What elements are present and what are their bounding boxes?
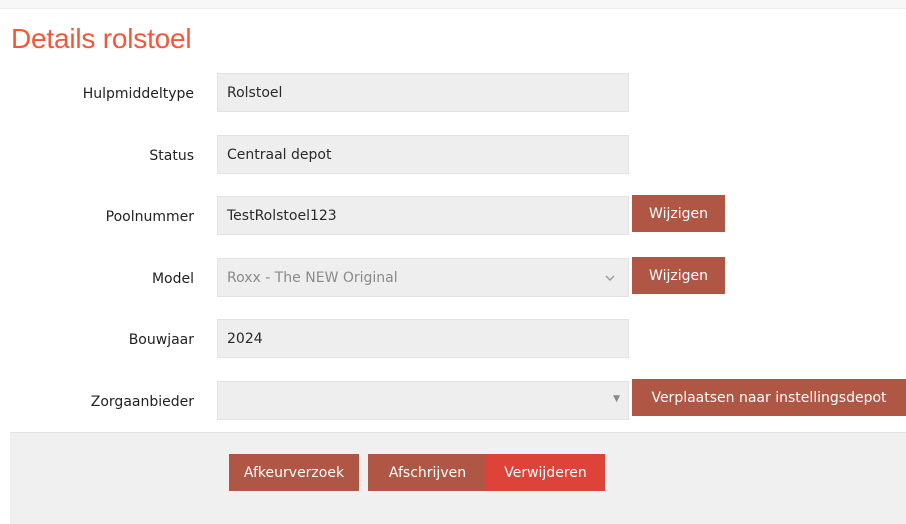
action-bar: Afkeurverzoek Afschrijven Verwijderen — [10, 432, 906, 524]
bouwjaar-field: 2024 — [217, 319, 629, 358]
bouwjaar-label: Bouwjaar — [128, 332, 194, 348]
hulpmiddeltype-label: Hulpmiddeltype — [82, 86, 194, 102]
chevron-down-icon — [605, 275, 615, 281]
bouwjaar-value: 2024 — [227, 330, 263, 347]
status-field: Centraal depot — [217, 135, 629, 174]
poolnummer-field: TestRolstoel123 — [217, 196, 629, 235]
write-off-button[interactable]: Afschrijven — [368, 454, 487, 491]
poolnummer-value: TestRolstoel123 — [227, 207, 337, 224]
model-change-button[interactable]: Wijzigen — [632, 257, 725, 294]
move-to-depot-button[interactable]: Verplaatsen naar instellingsdepot — [632, 379, 906, 416]
model-label: Model — [151, 271, 194, 287]
poolnummer-label: Poolnummer — [105, 209, 194, 225]
page-title: Details rolstoel — [11, 23, 192, 54]
caret-down-icon: ▼ — [613, 394, 620, 404]
reject-request-button[interactable]: Afkeurverzoek — [229, 454, 359, 491]
hulpmiddeltype-field: Rolstoel — [217, 73, 629, 112]
status-value: Centraal depot — [227, 146, 332, 163]
status-label: Status — [149, 148, 194, 164]
zorgaanbieder-select[interactable]: ▼ — [217, 381, 629, 420]
model-value: Roxx - The NEW Original — [227, 269, 398, 286]
poolnummer-change-button[interactable]: Wijzigen — [632, 195, 725, 232]
hulpmiddeltype-value: Rolstoel — [227, 84, 283, 101]
model-select: Roxx - The NEW Original — [217, 258, 629, 297]
delete-button[interactable]: Verwijderen — [486, 454, 605, 491]
zorgaanbieder-label: Zorgaanbieder — [90, 394, 194, 410]
